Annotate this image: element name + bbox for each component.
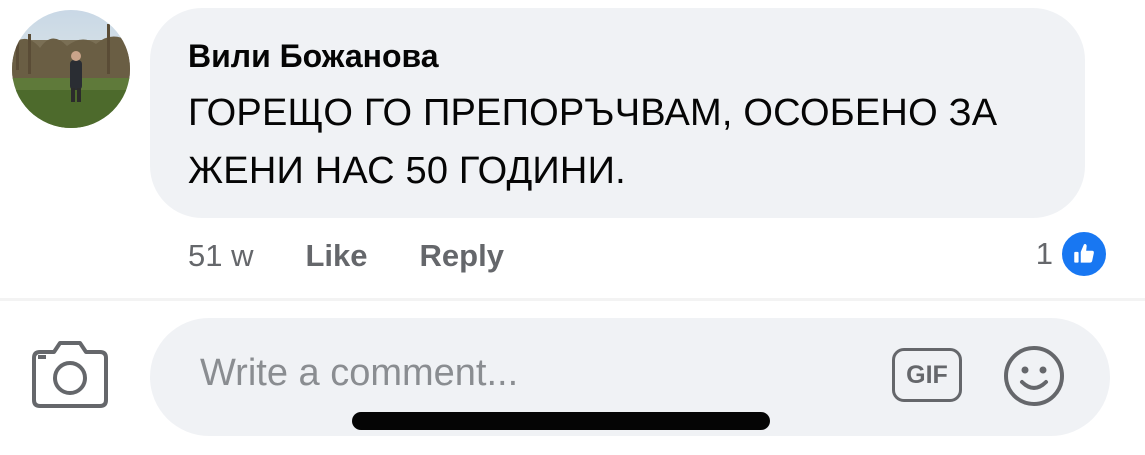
- avatar[interactable]: [12, 10, 130, 128]
- comment-timestamp[interactable]: 51 w: [188, 238, 253, 274]
- gif-button[interactable]: GIF: [892, 348, 962, 402]
- reply-button[interactable]: Reply: [420, 238, 504, 274]
- reaction-count: 1: [1035, 236, 1053, 271]
- comment-bubble: Вили Божанова ГОРЕЩО ГО ПРЕПОРЪЧВАМ, ОСО…: [150, 8, 1085, 218]
- camera-icon: [32, 341, 108, 408]
- comment-input[interactable]: [200, 346, 880, 400]
- comment-actions: 51 w Like Reply: [188, 234, 556, 278]
- reaction-summary[interactable]: 1: [1035, 229, 1109, 279]
- thumbs-up-icon: [1059, 229, 1109, 279]
- comment-author[interactable]: Вили Божанова: [188, 36, 1085, 76]
- emoji-button[interactable]: [1002, 344, 1066, 408]
- divider: [0, 298, 1145, 301]
- avatar-photo: [12, 10, 130, 128]
- like-button[interactable]: Like: [305, 238, 367, 274]
- comment-screen: Вили Божанова ГОРЕЩО ГО ПРЕПОРЪЧВАМ, ОСО…: [0, 0, 1145, 455]
- camera-button[interactable]: [30, 338, 110, 410]
- home-indicator[interactable]: [352, 412, 770, 430]
- smiley-icon: [1004, 346, 1064, 406]
- comment-text: ГОРЕЩО ГО ПРЕПОРЪЧВАМ, ОСОБЕНО ЗА ЖЕНИ Н…: [188, 92, 998, 192]
